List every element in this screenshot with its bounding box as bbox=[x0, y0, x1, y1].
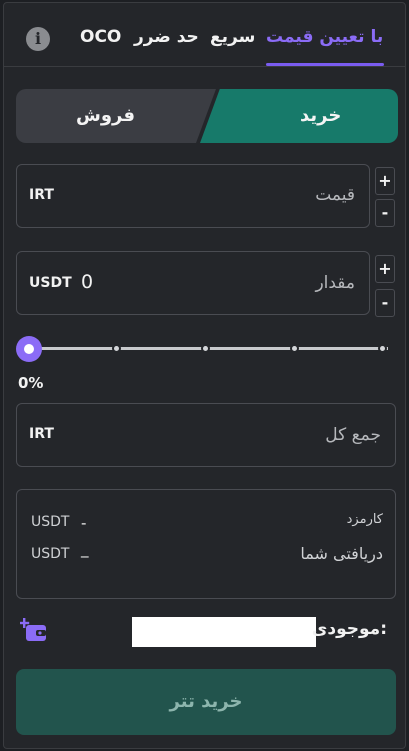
receive-label: دریافتی شما bbox=[300, 544, 383, 563]
tab-oco[interactable]: OCO bbox=[80, 27, 121, 47]
tab-stop-loss[interactable]: حد ضرر bbox=[134, 27, 199, 47]
balance-value-box bbox=[132, 617, 316, 647]
slider-tick-25[interactable] bbox=[112, 344, 121, 353]
receive-unit: USDT bbox=[31, 546, 70, 562]
order-type-tabs: i OCO حد ضرر سریع با تعیین قیمت bbox=[4, 3, 405, 67]
fee-row: USDT - کارمزد bbox=[17, 512, 395, 538]
wallet-plus-icon[interactable] bbox=[20, 617, 48, 643]
slider-tick-50[interactable] bbox=[201, 344, 210, 353]
amount-decrement-button[interactable]: - bbox=[375, 289, 395, 317]
fee-label: کارمزد bbox=[346, 512, 383, 527]
total-label: جمع کل bbox=[325, 425, 381, 445]
price-unit: IRT bbox=[29, 187, 54, 203]
buy-button[interactable]: خرید bbox=[200, 89, 398, 143]
buy-submit-button[interactable]: خرید تتر bbox=[16, 669, 396, 735]
sell-label: فروش bbox=[76, 105, 136, 126]
balance-label: موجودی: bbox=[311, 619, 387, 639]
fee-summary: USDT - کارمزد USDT _ دریافتی شما bbox=[16, 489, 396, 599]
price-label: قیمت bbox=[315, 185, 355, 205]
submit-label: خرید تتر bbox=[169, 691, 243, 712]
amount-label: مقدار bbox=[315, 273, 355, 293]
total-unit: IRT bbox=[29, 426, 54, 442]
info-icon[interactable]: i bbox=[26, 27, 50, 51]
tab-market[interactable]: سریع bbox=[210, 27, 255, 47]
buy-sell-toggle: فروش خرید bbox=[16, 89, 398, 143]
slider-tick-100[interactable] bbox=[378, 344, 387, 353]
fee-unit: USDT bbox=[31, 514, 70, 530]
fee-value: - bbox=[81, 514, 87, 532]
receive-row: USDT _ دریافتی شما bbox=[17, 540, 395, 570]
amount-unit: USDT bbox=[29, 275, 72, 291]
amount-field[interactable]: USDT 0 مقدار bbox=[16, 251, 370, 315]
price-increment-button[interactable]: + bbox=[375, 167, 395, 195]
active-tab-indicator bbox=[266, 63, 384, 66]
order-panel: i OCO حد ضرر سریع با تعیین قیمت فروش خری… bbox=[3, 2, 406, 749]
slider-percent: 0% bbox=[18, 374, 44, 392]
slider-tick-75[interactable] bbox=[290, 344, 299, 353]
buy-label: خرید bbox=[300, 105, 342, 126]
price-decrement-button[interactable]: - bbox=[375, 199, 395, 227]
amount-value: 0 bbox=[81, 271, 94, 293]
tab-limit[interactable]: با تعیین قیمت bbox=[266, 27, 383, 47]
price-field[interactable]: IRT قیمت bbox=[16, 164, 370, 228]
sell-button[interactable]: فروش bbox=[16, 89, 216, 143]
slider-handle[interactable] bbox=[16, 336, 42, 362]
total-field[interactable]: IRT جمع کل bbox=[16, 403, 396, 467]
receive-value: _ bbox=[81, 540, 89, 558]
amount-increment-button[interactable]: + bbox=[375, 255, 395, 283]
